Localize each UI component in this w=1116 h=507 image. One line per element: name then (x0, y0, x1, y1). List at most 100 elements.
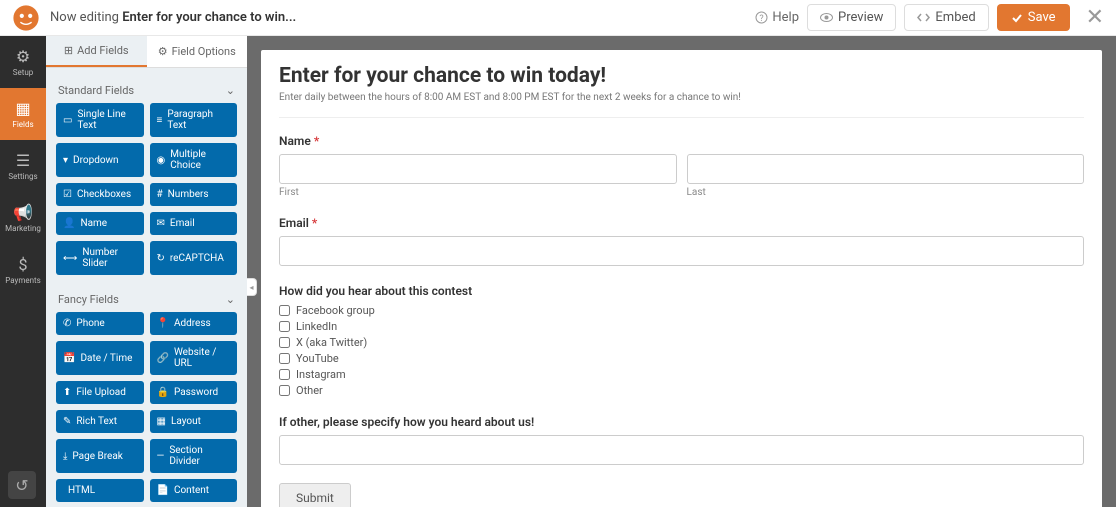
field-page-break[interactable]: ⤓Page Break (56, 439, 144, 473)
options-icon: ⚙ (158, 45, 168, 58)
checkbox-input[interactable] (279, 369, 290, 380)
field-icon: ≡ (157, 115, 163, 126)
field-number-slider[interactable]: ⟷Number Slider (56, 241, 144, 275)
fields-panel: ⊞Add Fields ⚙Field Options Standard Fiel… (46, 36, 247, 507)
field-icon: ✎ (63, 416, 71, 427)
checkbox-input[interactable] (279, 305, 290, 316)
field-email[interactable]: ✉Email (150, 212, 238, 235)
field-section-divider[interactable]: —Section Divider (150, 439, 238, 473)
submit-button[interactable]: Submit (279, 483, 351, 507)
checkbox-input[interactable] (279, 321, 290, 332)
history-button[interactable]: ↺ (8, 471, 36, 499)
rail-marketing[interactable]: 📢Marketing (0, 192, 46, 244)
field-icon: 📅 (63, 353, 75, 364)
form-description: Enter daily between the hours of 8:00 AM… (279, 92, 1084, 103)
email-input[interactable] (279, 236, 1084, 266)
field-checkboxes[interactable]: ☑Checkboxes (56, 183, 144, 206)
preview-button[interactable]: Preview (807, 4, 896, 31)
field-icon: ⬆ (63, 387, 71, 398)
checkbox-option: Other (279, 384, 1084, 397)
checkbox-option: YouTube (279, 352, 1084, 365)
email-label: Email * (279, 216, 1084, 230)
checkbox-label: Instagram (296, 368, 346, 381)
gear-icon: ⚙ (16, 47, 30, 66)
field-rich-text[interactable]: ✎Rich Text (56, 410, 144, 433)
field-multiple-choice[interactable]: ◉Multiple Choice (150, 143, 238, 177)
tab-field-options[interactable]: ⚙Field Options (147, 36, 248, 67)
close-icon[interactable]: ✕ (1086, 5, 1104, 30)
left-rail: ⚙Setup ▦Fields ☰Settings 📢Marketing $Pay… (0, 36, 46, 507)
checkbox-input[interactable] (279, 385, 290, 396)
field-icon: ▦ (157, 416, 166, 427)
rail-setup[interactable]: ⚙Setup (0, 36, 46, 88)
plus-icon: ⊞ (64, 44, 73, 57)
checkbox-label: Other (296, 384, 323, 397)
fancy-fields-head[interactable]: Fancy Fields⌄ (56, 287, 237, 312)
rail-fields[interactable]: ▦Fields (0, 88, 46, 140)
checkbox-input[interactable] (279, 353, 290, 364)
hear-label: How did you hear about this contest (279, 284, 1084, 298)
field-name[interactable]: 👤Name (56, 212, 144, 235)
editing-label: Now editing Enter for your chance to win… (50, 10, 296, 25)
form-preview: Enter for your chance to win today! Ente… (261, 50, 1102, 507)
svg-text:?: ? (760, 14, 764, 24)
field-icon: 📍 (157, 318, 169, 329)
field-single-line-text[interactable]: ▭Single Line Text (56, 103, 144, 137)
chevron-down-icon: ⌄ (226, 293, 235, 306)
dollar-icon: $ (19, 255, 28, 274)
collapse-panel-button[interactable]: ◂ (247, 278, 257, 296)
checkbox-option: Instagram (279, 368, 1084, 381)
field-dropdown[interactable]: ▾Dropdown (56, 143, 144, 177)
field-icon: 🔒 (157, 387, 169, 398)
field-recaptcha[interactable]: ↻reCAPTCHA (150, 241, 238, 275)
fields-icon: ▦ (15, 99, 30, 118)
field-icon: ✉ (157, 218, 165, 229)
megaphone-icon: 📢 (13, 203, 33, 222)
field-file-upload[interactable]: ⬆File Upload (56, 381, 144, 404)
help-link[interactable]: ? Help (755, 10, 799, 25)
name-label: Name * (279, 134, 1084, 148)
check-icon (1011, 12, 1023, 24)
field-icon: ↻ (157, 253, 165, 264)
form-title: Enter for your chance to win today! (279, 64, 1084, 88)
first-name-input[interactable] (279, 154, 677, 184)
other-input[interactable] (279, 435, 1084, 465)
field-phone[interactable]: ✆Phone (56, 312, 144, 335)
field-html[interactable]: HTML (56, 479, 144, 502)
save-button[interactable]: Save (997, 4, 1070, 31)
help-icon: ? (755, 11, 768, 24)
embed-button[interactable]: Embed (904, 4, 988, 31)
checkbox-input[interactable] (279, 337, 290, 348)
last-sublabel: Last (687, 187, 1085, 198)
rail-settings[interactable]: ☰Settings (0, 140, 46, 192)
field-icon: ☑ (63, 189, 72, 200)
field-icon: ✆ (63, 318, 71, 329)
field-password[interactable]: 🔒Password (150, 381, 238, 404)
field-date-time[interactable]: 📅Date / Time (56, 341, 144, 375)
checkbox-option: X (aka Twitter) (279, 336, 1084, 349)
last-name-input[interactable] (687, 154, 1085, 184)
rail-payments[interactable]: $Payments (0, 244, 46, 296)
standard-fields-head[interactable]: Standard Fields⌄ (56, 78, 237, 103)
field-icon: ◉ (157, 155, 166, 166)
history-icon: ↺ (15, 476, 28, 495)
field-content[interactable]: 📄Content (150, 479, 238, 502)
checkbox-option: Facebook group (279, 304, 1084, 317)
field-icon: # (157, 189, 163, 200)
field-address[interactable]: 📍Address (150, 312, 238, 335)
checkbox-label: LinkedIn (296, 320, 337, 333)
checkbox-label: YouTube (296, 352, 339, 365)
topbar: Now editing Enter for your chance to win… (0, 0, 1116, 36)
field-layout[interactable]: ▦Layout (150, 410, 238, 433)
checkbox-label: X (aka Twitter) (296, 336, 367, 349)
field-website-url[interactable]: 🔗Website / URL (150, 341, 238, 375)
logo-icon (12, 4, 40, 32)
field-paragraph-text[interactable]: ≡Paragraph Text (150, 103, 238, 137)
divider (279, 117, 1084, 118)
other-label: If other, please specify how you heard a… (279, 415, 1084, 429)
field-icon: ⤓ (63, 451, 67, 462)
field-numbers[interactable]: #Numbers (150, 183, 238, 206)
tab-add-fields[interactable]: ⊞Add Fields (46, 36, 147, 67)
field-icon: ▭ (63, 115, 72, 126)
field-icon: 👤 (63, 218, 75, 229)
